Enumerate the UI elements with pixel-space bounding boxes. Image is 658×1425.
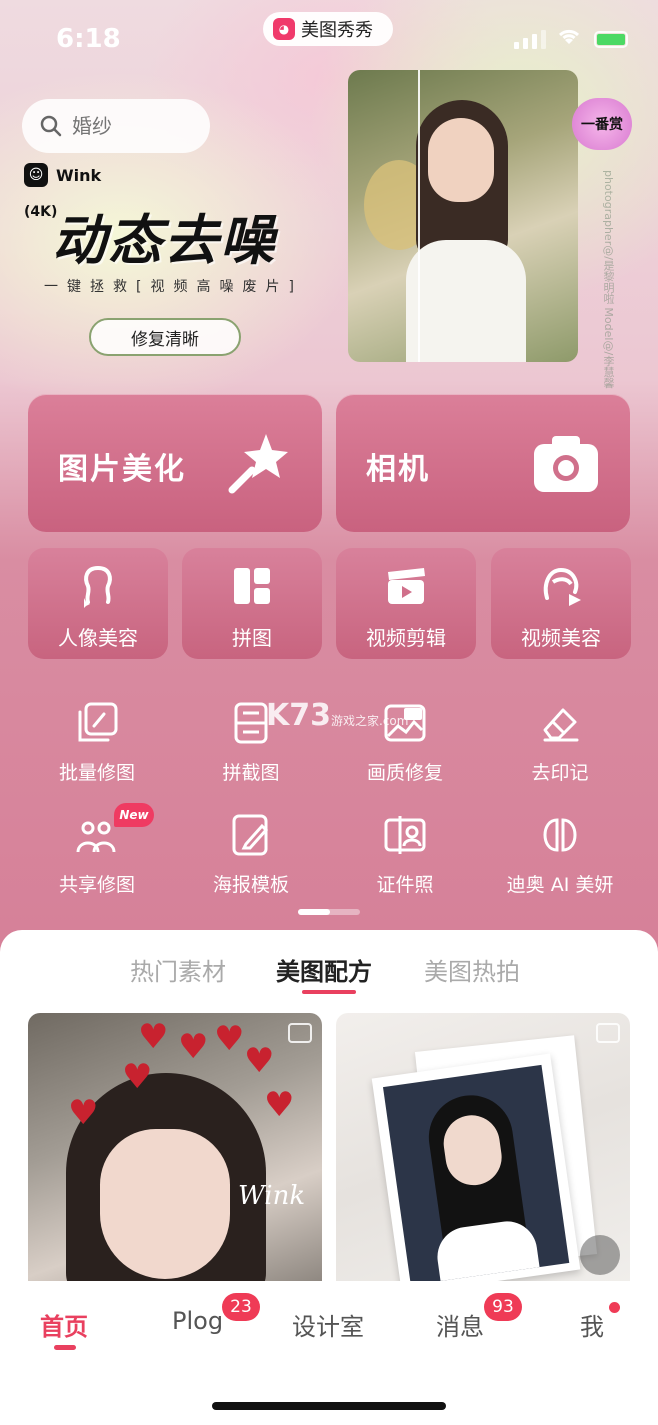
id-photo-tool[interactable]: 证件照 [330, 812, 480, 902]
active-tab-indicator [302, 990, 356, 994]
nav-home[interactable]: 首页 [40, 1307, 88, 1342]
video-edit-label: 视频剪辑 [366, 626, 446, 650]
batch-edit-label: 批量修图 [58, 762, 135, 784]
me-notification-dot [609, 1302, 620, 1313]
banner-photo[interactable] [348, 70, 578, 362]
portrait-beauty-label: 人像美容 [58, 626, 138, 650]
beautify-photo-card[interactable]: 图片美化 [28, 394, 322, 532]
portrait-beauty-icon [84, 566, 112, 608]
search-bar[interactable] [22, 99, 210, 153]
search-icon [40, 115, 62, 137]
collage-grid-icon [234, 568, 270, 604]
app-name: 美图秀秀 [301, 20, 373, 41]
collage-label: 拼图 [232, 626, 272, 650]
nav-me[interactable]: 我 [580, 1307, 604, 1342]
dior-ai-label: 迪奥 AI 美妍 [506, 874, 614, 896]
battery-icon [594, 31, 628, 48]
banner-subline: 一键拯救[视频高噪废片] [44, 279, 303, 295]
poster-template-label: 海报模板 [212, 874, 289, 896]
search-input[interactable] [72, 114, 182, 138]
signal-icon [514, 30, 546, 49]
magic-wand-star-icon [228, 434, 288, 494]
batch-edit-icon [78, 702, 118, 742]
heart-sticker-icon: ♥ [138, 1017, 169, 1057]
page-indicator [298, 909, 360, 915]
poster-template-tool[interactable]: 海报模板 [176, 812, 326, 902]
poster-template-icon [232, 814, 269, 856]
wifi-icon [558, 29, 580, 44]
meitu-logo-icon: ◕ [273, 18, 295, 40]
shared-edit-label: 共享修图 [58, 874, 135, 896]
before-after-divider [418, 70, 420, 362]
screenshot-stitch-label: 拼截图 [222, 762, 280, 784]
remove-mark-tool[interactable]: 去印记 [485, 700, 635, 790]
wink-brand-name: Wink [56, 165, 102, 185]
screenshot-stitch-icon [234, 702, 268, 744]
id-photo-label: 证件照 [376, 874, 434, 896]
app-indicator-pill[interactable]: ◕ 美图秀秀 [263, 12, 393, 46]
heart-sticker-icon: ♥ [122, 1057, 153, 1097]
remove-mark-label: 去印记 [531, 762, 589, 784]
tab-hot-materials[interactable]: 热门素材 [130, 952, 226, 987]
heart-sticker-icon: ♥ [244, 1041, 275, 1081]
messages-count-badge: 93 [484, 1293, 522, 1321]
eraser-icon [543, 708, 579, 742]
video-beauty-label: 视频美容 [521, 626, 601, 650]
nav-design-studio[interactable]: 设计室 [292, 1307, 364, 1342]
wink-logo-icon: ☺ [24, 163, 48, 187]
id-photo-icon [384, 816, 426, 854]
plog-count-badge: 23 [222, 1293, 260, 1321]
status-bar: 6:18 ◕ 美图秀秀 [0, 0, 658, 80]
clapperboard-icon [388, 568, 425, 604]
image-type-icon [288, 1023, 312, 1043]
status-time: 6:18 [56, 24, 121, 54]
heart-sticker-icon: ♥ [264, 1085, 295, 1125]
thumb-overlay-text: Wink [238, 1181, 306, 1211]
video-beauty-icon [543, 567, 581, 606]
heart-sticker-icon: ♥ [178, 1027, 209, 1067]
photo-credit: photographer@/是黎明啦 Model@/李慧馨 [602, 170, 615, 389]
hd-repair-icon [384, 704, 426, 742]
wink-brand: ☺ Wink [24, 163, 101, 187]
dior-ai-icon [543, 818, 577, 852]
dior-ai-tool[interactable]: 迪奥 AI 美妍 [485, 812, 635, 902]
feed-card[interactable]: ♥ ♥ ♥ ♥ ♥ ♥ ♥ Wink [28, 1013, 322, 1283]
nav-active-indicator [54, 1345, 76, 1350]
content-tabs: 热门素材 美图配方 美图热拍 [0, 952, 658, 992]
home-indicator[interactable] [212, 1402, 446, 1410]
nav-plog[interactable]: Plog [172, 1307, 223, 1335]
hd-repair-label: 画质修复 [366, 762, 443, 784]
tab-meitu-hot-shots[interactable]: 美图热拍 [424, 952, 520, 987]
shared-edit-tool[interactable]: 共享修图 [22, 812, 172, 902]
image-type-icon [596, 1023, 620, 1043]
nav-messages[interactable]: 消息 [436, 1307, 484, 1342]
camera-icon [534, 436, 598, 492]
video-beauty-card[interactable]: 视频美容 [491, 548, 631, 659]
heart-sticker-icon: ♥ [68, 1093, 99, 1133]
live-photo-icon [580, 1235, 620, 1275]
portrait-beauty-card[interactable]: 人像美容 [28, 548, 168, 659]
heart-sticker-icon: ♥ [214, 1019, 245, 1059]
beautify-photo-label: 图片美化 [58, 452, 186, 487]
banner-headline[interactable]: 动态去噪 [52, 196, 276, 275]
hd-repair-tool[interactable]: 画质修复 [330, 700, 480, 790]
feed-card[interactable] [336, 1013, 630, 1283]
camera-card[interactable]: 相机 [336, 394, 630, 532]
banner-repair-button[interactable]: 修复清晰 [89, 318, 241, 356]
screenshot-stitch-tool[interactable]: 拼截图 [176, 700, 326, 790]
batch-edit-tool[interactable]: 批量修图 [22, 700, 172, 790]
collage-card[interactable]: 拼图 [182, 548, 322, 659]
tab-meitu-recipes[interactable]: 美图配方 [276, 952, 372, 987]
video-edit-card[interactable]: 视频剪辑 [336, 548, 476, 659]
banner-corner-badge[interactable]: 一番赏 [572, 98, 632, 150]
camera-label: 相机 [366, 452, 430, 487]
new-badge: New [114, 803, 154, 827]
